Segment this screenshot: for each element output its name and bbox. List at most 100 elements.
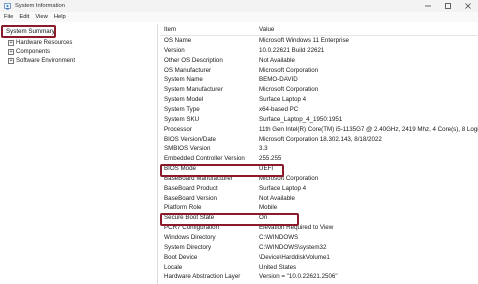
table-row[interactable]: Windows Directory C:\WINDOWS — [160, 233, 478, 243]
expand-plus-icon[interactable]: + — [8, 39, 14, 46]
tree-item-hardware-resources[interactable]: + Hardware Resources — [8, 38, 72, 47]
row-value-cell: Microsoft Corporation — [259, 174, 319, 182]
menu-bar: File Edit View Help — [0, 12, 478, 22]
table-row[interactable]: BIOS Mode UEFI — [160, 164, 478, 174]
table-row[interactable]: OS Name Microsoft Windows 11 Enterprise — [160, 36, 478, 46]
table-row[interactable]: PCR7 Configuration Elevation Required to … — [160, 223, 478, 233]
row-item-cell: Platform Role — [164, 204, 202, 212]
row-item-cell: BaseBoard Product — [164, 184, 218, 192]
table-row[interactable]: Boot Device \Device\HarddiskVolume1 — [160, 253, 478, 263]
close-icon — [465, 3, 471, 9]
row-item-cell: Version — [164, 46, 185, 54]
expand-plus-icon[interactable]: + — [8, 48, 14, 55]
row-value-cell: Not Available — [259, 56, 296, 64]
maximize-button[interactable] — [438, 0, 458, 12]
row-value-cell: United States — [259, 263, 297, 271]
table-row[interactable]: System Manufacturer Microsoft Corporation — [160, 85, 478, 95]
row-value-cell: Mobile — [259, 204, 278, 212]
tree-item-components[interactable]: + Components — [8, 47, 50, 56]
row-value-cell: 10.0.22621 Build 22621 — [259, 46, 325, 54]
row-item-cell: Locale — [164, 263, 183, 271]
row-item-cell: System Type — [164, 105, 200, 113]
row-value-cell: Elevation Required to View — [259, 224, 334, 232]
row-item-cell: SMBIOS Version — [164, 145, 211, 153]
window-title: System Information — [15, 3, 65, 9]
table-row[interactable]: System Type x64-based PC — [160, 105, 478, 115]
table-row[interactable]: Embedded Controller Version 255.255 — [160, 154, 478, 164]
row-value-cell: Version = "10.0.22621.2506" — [259, 273, 338, 281]
column-header-item[interactable]: Item — [164, 26, 176, 35]
row-item-cell: System Name — [164, 76, 203, 84]
row-item-cell: OS Name — [164, 37, 192, 44]
table-row[interactable]: Hardware Abstraction Layer Version = "10.… — [160, 272, 478, 282]
row-value-cell: Surface Laptop 4 — [259, 96, 307, 104]
row-value-cell: 11th Gen Intel(R) Core(TM) i5-1135G7 @ 2… — [259, 125, 478, 133]
table-row[interactable]: BaseBoard Manufacturer Microsoft Corporat… — [160, 174, 478, 184]
minimize-icon — [425, 5, 431, 7]
details-table: Item Value OS Name Microsoft Windows 11 E… — [160, 24, 478, 284]
row-item-cell: System SKU — [164, 115, 200, 123]
table-row[interactable]: System Name BEMO-DAVID — [160, 75, 478, 85]
menu-view[interactable]: View — [35, 14, 47, 20]
row-value-cell: 255.255 — [259, 155, 282, 163]
row-value-cell: Microsoft Windows 11 Enterprise — [259, 37, 349, 44]
table-row[interactable]: Platform Role Mobile — [160, 203, 478, 213]
row-value-cell: Microsoft Corporation — [259, 66, 319, 74]
row-value-cell: \Device\HarddiskVolume1 — [259, 253, 330, 261]
row-item-cell: OS Manufacturer — [164, 66, 212, 74]
row-item-cell: Hardware Abstraction Layer — [164, 273, 241, 281]
row-value-cell: C:\WINDOWS — [259, 234, 299, 241]
row-value-cell: Surface_Laptop_4_1950:1951 — [259, 115, 343, 123]
close-button[interactable] — [458, 0, 478, 12]
row-item-cell: Secure Boot State — [164, 214, 215, 222]
row-value-cell: BEMO-DAVID — [259, 76, 298, 84]
table-row[interactable]: System Model Surface Laptop 4 — [160, 95, 478, 105]
window-controls — [418, 0, 478, 12]
table-row[interactable]: Processor 11th Gen Intel(R) Core(TM) i5-1… — [160, 125, 478, 135]
row-value-cell: C:\WINDOWS\system32 — [259, 243, 327, 251]
menu-file[interactable]: File — [4, 14, 13, 20]
table-row[interactable]: BIOS Version/Date Microsoft Corporation 1… — [160, 135, 478, 145]
maximize-icon — [445, 3, 451, 9]
title-bar: System Information — [0, 0, 478, 12]
menu-help[interactable]: Help — [54, 14, 66, 20]
table-row[interactable]: Secure Boot State On — [160, 213, 478, 223]
system-info-app-icon — [4, 2, 11, 10]
expand-plus-icon[interactable]: + — [8, 57, 14, 64]
table-row[interactable]: System Directory C:\WINDOWS\system32 — [160, 243, 478, 253]
row-item-cell: Embedded Controller Version — [164, 155, 245, 163]
column-header-value[interactable]: Value — [259, 26, 274, 35]
row-value-cell: On — [259, 214, 268, 222]
tree-item-software-environment[interactable]: + Software Environment — [8, 56, 75, 65]
row-item-cell: BaseBoard Version — [164, 194, 217, 202]
menu-edit[interactable]: Edit — [19, 14, 29, 20]
table-row[interactable]: System SKU Surface_Laptop_4_1950:1951 — [160, 115, 478, 125]
row-item-cell: System Manufacturer — [164, 86, 223, 94]
table-row[interactable]: BaseBoard Product Surface Laptop 4 — [160, 184, 478, 194]
row-item-cell: System Directory — [164, 243, 212, 251]
tree-item-system-summary[interactable]: System Summary — [3, 26, 58, 37]
row-item-cell: Windows Directory — [164, 234, 216, 241]
row-item-cell: Processor — [164, 125, 192, 133]
row-value-cell: Not Available — [259, 194, 296, 202]
row-item-cell: Other OS Description — [164, 56, 223, 64]
table-row[interactable]: SMBIOS Version 3.3 — [160, 144, 478, 154]
row-item-cell: Boot Device — [164, 253, 198, 261]
table-row[interactable]: OS Manufacturer Microsoft Corporation — [160, 66, 478, 76]
table-row[interactable]: Other OS Description Not Available — [160, 56, 478, 66]
row-value-cell: Microsoft Corporation 18.302.143, 8/18/2… — [259, 135, 382, 143]
tree-item-label: Software Environment — [16, 57, 76, 64]
category-tree: System Summary + Hardware Resources + Co… — [0, 24, 158, 284]
row-value-cell: x64-based PC — [259, 105, 299, 113]
row-value-cell: 3.3 — [259, 145, 268, 153]
minimize-button[interactable] — [418, 0, 438, 12]
row-item-cell: System Model — [164, 96, 204, 104]
table-row[interactable]: Locale United States — [160, 263, 478, 273]
row-item-cell: BaseBoard Manufacturer — [164, 174, 233, 182]
tree-item-label: Hardware Resources — [16, 39, 73, 46]
row-item-cell: BIOS Mode — [164, 165, 196, 173]
table-row[interactable]: BaseBoard Version Not Available — [160, 194, 478, 204]
tree-item-label: Components — [16, 48, 51, 55]
table-row[interactable]: Version 10.0.22621 Build 22621 — [160, 46, 478, 56]
row-value-cell: Surface Laptop 4 — [259, 184, 307, 192]
